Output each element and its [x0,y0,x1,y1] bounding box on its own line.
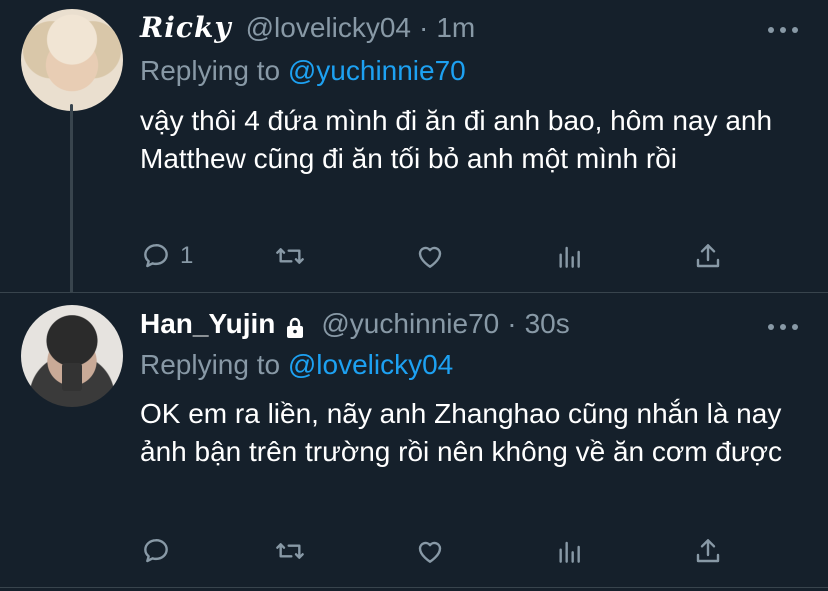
retweet-icon [276,248,304,264]
more-icon[interactable] [768,322,798,332]
timestamp[interactable]: 1m [436,12,475,44]
analytics-icon [559,541,580,563]
avatar[interactable] [21,9,123,111]
analytics-icon [559,246,580,268]
tweet-actions [140,533,740,569]
thread-line [70,104,73,293]
heart-icon [418,246,442,268]
display-name[interactable]: Ricky [140,11,232,44]
like-button[interactable] [414,533,446,569]
replying-prefix: Replying to [140,55,281,86]
divider [0,587,828,588]
tweet-header: Han_Yujin @yuchinnie70 · 30s [140,308,570,348]
replying-to: Replying to @yuchinnie70 [140,55,466,87]
mention-link[interactable]: @yuchinnie70 [288,55,466,86]
separator: · [507,308,517,339]
avatar[interactable] [21,305,123,407]
reply-count: 1 [180,242,194,269]
tweet-text: OK em ra liền, nãy anh Zhanghao cũng nhắ… [140,398,783,467]
share-icon [696,539,720,563]
like-button[interactable] [414,238,446,274]
reply-icon [144,244,168,268]
reply-button[interactable]: 1 [140,238,193,274]
retweet-button[interactable] [274,238,306,274]
handle[interactable]: @yuchinnie70 [321,308,499,340]
more-icon[interactable] [768,25,798,35]
share-icon [696,244,720,268]
tweet-text: vậy thôi 4 đứa mình đi ăn đi anh bao, hô… [140,105,773,174]
tweet[interactable]: Ricky @lovelicky04 · 1m Replying to @yuc… [0,0,828,293]
heart-icon [418,541,442,563]
reply-button[interactable] [140,533,180,569]
replying-prefix: Replying to [140,349,281,380]
reply-icon [144,539,168,563]
analytics-button[interactable] [554,533,586,569]
mention-link[interactable]: @lovelicky04 [288,349,453,380]
handle[interactable]: @lovelicky04 [246,12,411,44]
retweet-icon [276,543,304,559]
tweet[interactable]: Han_Yujin @yuchinnie70 · 30s Replying to… [0,293,828,591]
analytics-button[interactable] [554,238,586,274]
tweet-actions: 1 [140,238,740,274]
retweet-button[interactable] [274,533,306,569]
lock-icon [287,317,304,338]
tweet-header: Ricky @lovelicky04 · 1m [140,11,475,51]
replying-to: Replying to @lovelicky04 [140,349,453,381]
share-button[interactable] [692,533,724,569]
display-name[interactable]: Han_Yujin [140,308,275,340]
separator: · [419,12,429,43]
timestamp[interactable]: 30s [525,308,570,340]
share-button[interactable] [692,238,724,274]
